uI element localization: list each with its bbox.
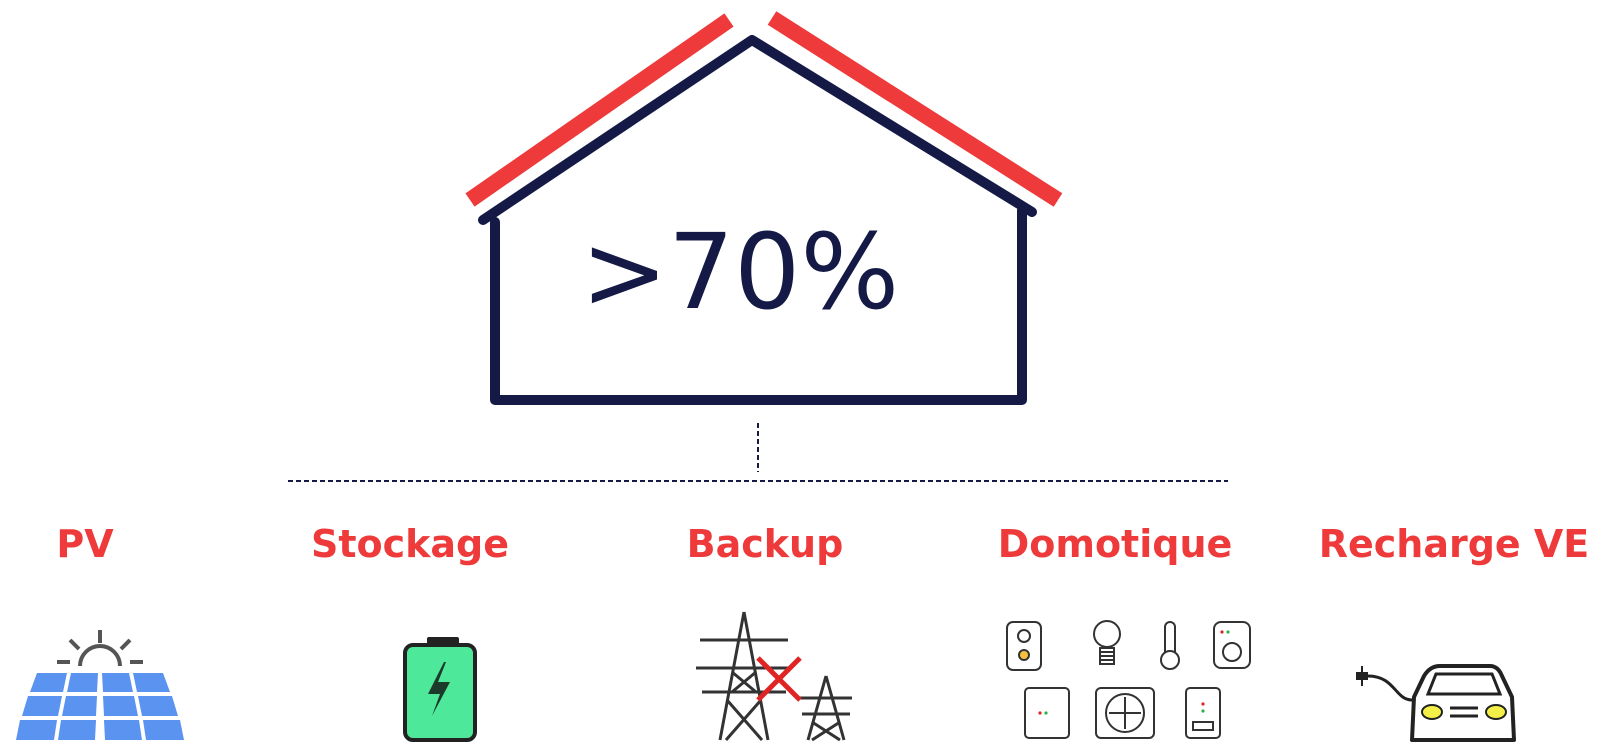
diagram-canvas [16, 11, 1516, 742]
roof-accent-left [465, 13, 734, 207]
roof-accent-right [767, 11, 1063, 207]
electric-car-icon [1356, 664, 1516, 742]
label-pv: PV [56, 522, 114, 566]
power-pylon-cross-icon [696, 611, 852, 742]
share-percentage: >70% [580, 211, 900, 333]
label-recharge-ve: Recharge VE [1318, 522, 1590, 566]
house [465, 11, 1063, 405]
label-domotique: Domotique [997, 522, 1233, 566]
label-stockage: Stockage [310, 522, 510, 566]
label-backup: Backup [686, 522, 844, 566]
solar-panel-icon [16, 630, 184, 740]
battery-icon [403, 637, 477, 742]
smart-home-devices-icon [1006, 620, 1251, 739]
bulb-device [1093, 620, 1121, 648]
